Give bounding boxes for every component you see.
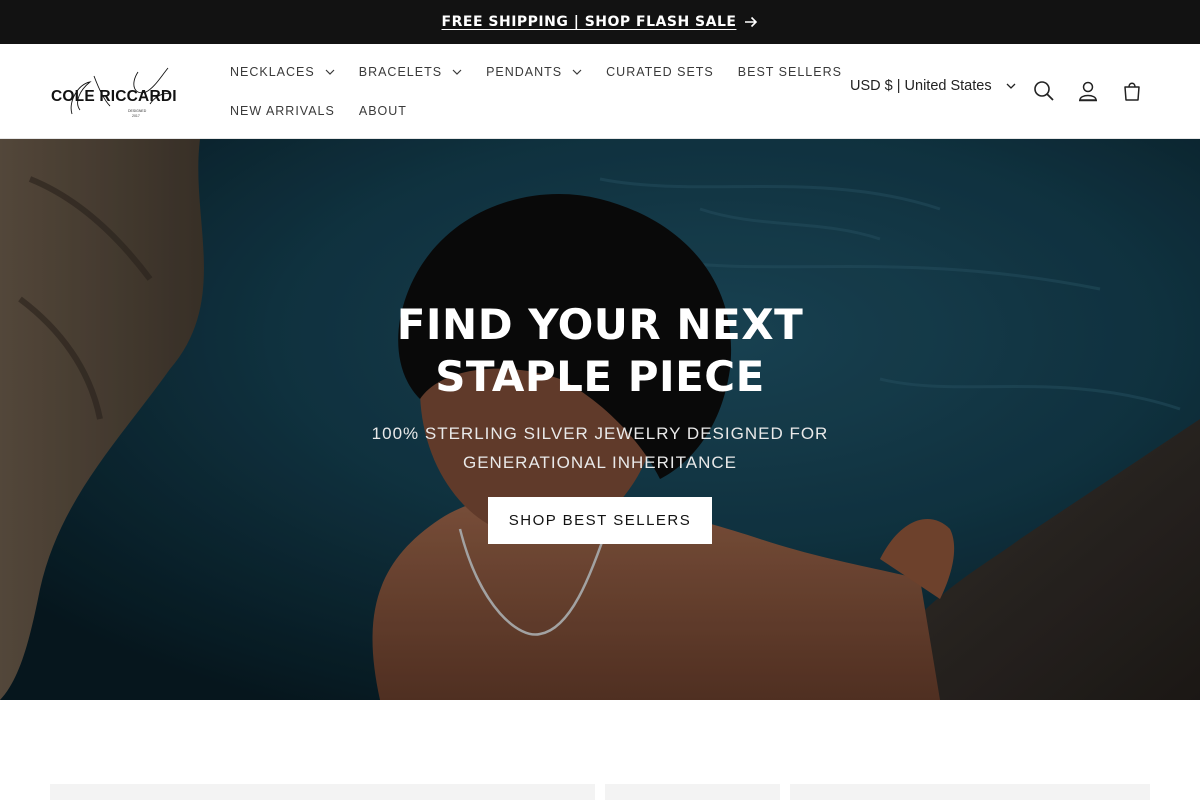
hero-subtitle-line-2: GENERATIONAL INHERITANCE	[463, 453, 737, 472]
svg-text:DESIGNED: DESIGNED	[128, 109, 147, 113]
logo-mark: COLE RICCARDI DESIGNED 2017	[51, 67, 177, 118]
nav-label: CURATED SETS	[606, 65, 714, 79]
collection-section	[0, 700, 1200, 800]
shop-best-sellers-button[interactable]: SHOP BEST SELLERS	[488, 497, 712, 544]
brand-logo[interactable]: COLE RICCARDI DESIGNED 2017	[50, 62, 192, 120]
chevron-down-icon	[572, 69, 582, 75]
cart-icon[interactable]	[1120, 79, 1144, 103]
collection-card[interactable]	[605, 784, 780, 800]
nav-item-pendants[interactable]: PENDANTS	[474, 65, 594, 79]
svg-text:2017: 2017	[132, 114, 140, 118]
nav-row-secondary: NEW ARRIVALS ABOUT	[218, 95, 798, 127]
hero-title: FIND YOUR NEXT STAPLE PIECE	[300, 299, 900, 403]
hero-title-line-2: STAPLE PIECE	[435, 352, 765, 401]
hero-subtitle-line-1: 100% STERLING SILVER JEWELRY DESIGNED FO…	[371, 424, 829, 443]
hero-subtitle: 100% STERLING SILVER JEWELRY DESIGNED FO…	[300, 419, 900, 477]
nav-label: NEW ARRIVALS	[230, 104, 335, 118]
nav-label: BRACELETS	[358, 65, 443, 79]
nav-label: NECKLACES	[230, 65, 315, 79]
nav-label: PENDANTS	[486, 65, 563, 79]
site-header: COLE RICCARDI DESIGNED 2017 NECKLACES BR…	[0, 44, 1200, 139]
currency-selector[interactable]: USD $ | United States	[850, 78, 1016, 94]
nav-item-best-sellers[interactable]: BEST SELLERS	[726, 65, 854, 79]
nav-item-new-arrivals[interactable]: NEW ARRIVALS	[218, 104, 347, 118]
chevron-down-icon	[1006, 83, 1016, 89]
nav-label: ABOUT	[358, 104, 407, 118]
collection-card[interactable]	[790, 784, 1150, 800]
announcement-bar: FREE SHIPPING | SHOP FLASH SALE	[0, 0, 1200, 44]
main-nav: NECKLACES BRACELETS PENDANTS CURATED SET…	[218, 56, 841, 134]
collection-card[interactable]	[50, 784, 595, 800]
hero-content: FIND YOUR NEXT STAPLE PIECE 100% STERLIN…	[300, 299, 900, 544]
arrow-right-icon	[745, 16, 758, 28]
announcement-text: FREE SHIPPING | SHOP FLASH SALE	[441, 14, 737, 30]
account-icon[interactable]	[1076, 79, 1100, 103]
announcement-link[interactable]: FREE SHIPPING | SHOP FLASH SALE	[442, 14, 759, 30]
nav-item-bracelets[interactable]: BRACELETS	[347, 65, 474, 79]
nav-label: BEST SELLERS	[737, 65, 842, 79]
nav-item-about[interactable]: ABOUT	[347, 104, 419, 118]
nav-item-curated-sets[interactable]: CURATED SETS	[594, 65, 726, 79]
search-icon[interactable]	[1032, 79, 1056, 103]
hero-banner: FIND YOUR NEXT STAPLE PIECE 100% STERLIN…	[0, 139, 1200, 700]
chevron-down-icon	[325, 69, 335, 75]
hero-title-line-1: FIND YOUR NEXT	[396, 300, 804, 349]
currency-label: USD $ | United States	[850, 78, 992, 94]
nav-item-necklaces[interactable]: NECKLACES	[218, 65, 347, 79]
chevron-down-icon	[452, 69, 462, 75]
nav-row-primary: NECKLACES BRACELETS PENDANTS CURATED SET…	[218, 56, 841, 88]
